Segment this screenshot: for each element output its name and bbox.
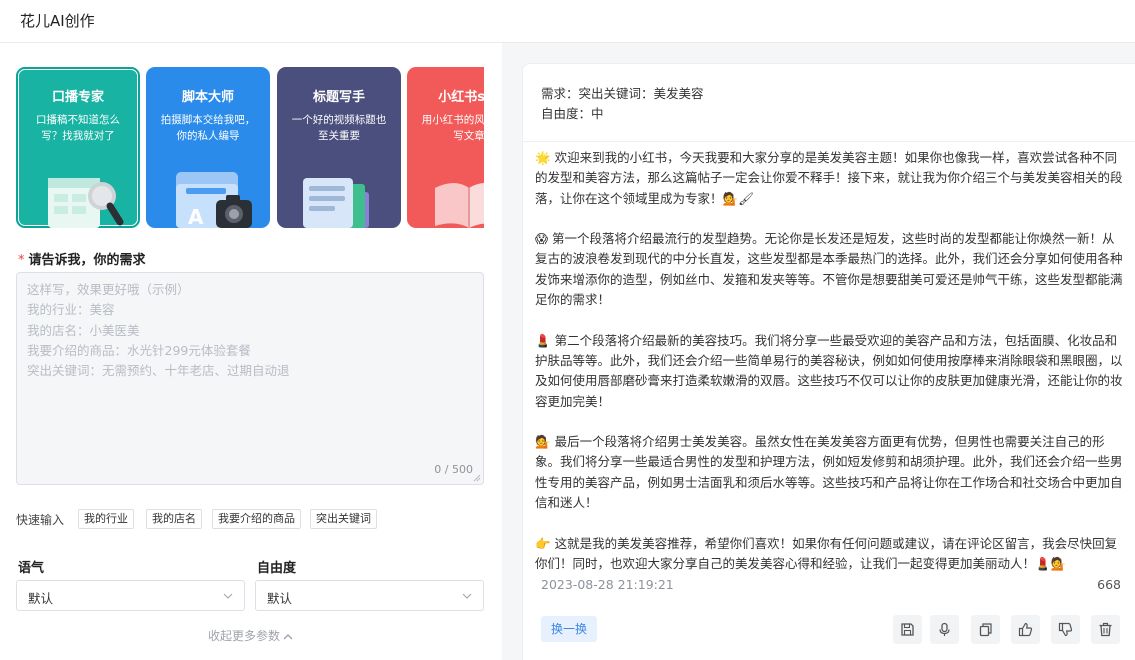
char-count: 668 xyxy=(1097,577,1121,592)
result-card: 需求：突出关键词：美发美容 自由度：中 🌟 欢迎来到我的小红书，今天我要和大家分… xyxy=(522,63,1135,660)
freedom-select[interactable]: 默认 xyxy=(255,580,484,611)
svg-text:A: A xyxy=(188,205,204,228)
paragraph-text: 欢迎来到我的小红书，今天我要和大家分享的是美发美容主题！如果你也像我一样，喜欢尝… xyxy=(535,150,1123,206)
save-icon xyxy=(901,623,914,636)
input-pane: 口播专家 口播稿不知道怎么写？找我就对了 脚本大师 拍摄脚本交给我吧，你的私人编… xyxy=(0,43,502,660)
char-counter: 0 / 500 xyxy=(434,463,473,476)
chevron-down-icon xyxy=(223,593,233,599)
placeholder-line: 我的店名：小美医美 xyxy=(27,322,140,338)
person-emoji: 💁 xyxy=(535,434,551,450)
tone-value: 默认 xyxy=(28,591,54,606)
requirement-line: 需求：突出关键词：美发美容 xyxy=(541,86,704,101)
article-paragraph: 👉 这就是我的美发美容推荐，希望你们喜欢！如果你有任何问题或建议，请在评论区留言… xyxy=(535,534,1125,575)
generated-timestamp: 2023-08-28 21:19:21 xyxy=(541,577,674,592)
pointing-emoji: 👉 xyxy=(535,535,551,551)
template-carousel[interactable]: 口播专家 口播稿不知道怎么写？找我就对了 脚本大师 拍摄脚本交给我吧，你的私人编… xyxy=(16,67,484,228)
template-card-xiaohongshu[interactable]: 小红书sty 用小红书的风格给你写文章 xyxy=(407,67,484,228)
paragraph-text: 最后一个段落将介绍男士美发美容。虽然女性在美发美容方面更有优势，但男性也需要关注… xyxy=(535,434,1123,511)
request-summary: 需求：突出关键词：美发美容 自由度：中 xyxy=(541,84,704,124)
collapse-params-button[interactable]: 收起更多参数 xyxy=(0,627,502,644)
article-paragraph: 💄 第二个段落将介绍最新的美容技巧。我们将分享一些最受欢迎的美容产品和方法，包括… xyxy=(535,331,1125,412)
placeholder-line: 我的行业：美容 xyxy=(27,302,115,318)
paragraph-text: 第一个段落将介绍最流行的发型趋势。无论你是长发还是短发，这些时尚的发型都能让你焕… xyxy=(535,231,1123,308)
chevron-down-icon xyxy=(462,593,472,599)
request-textarea[interactable]: 这样写，效果更好哦（示例） 我的行业：美容 我的店名：小美医美 我要介绍的商品：… xyxy=(16,272,484,485)
collapse-params-label: 收起更多参数 xyxy=(207,629,280,643)
trash-icon xyxy=(1099,622,1112,637)
freedom-label: 自由度 xyxy=(257,561,297,576)
card-title: 标题写手 xyxy=(312,90,365,105)
resize-handle-icon[interactable] xyxy=(473,474,481,482)
required-mark: * xyxy=(18,253,25,268)
copy-icon xyxy=(979,623,992,637)
article-paragraph: 😱 第一个段落将介绍最流行的发型趋势。无论你是长发还是短发，这些时尚的发型都能让… xyxy=(535,229,1125,310)
request-placeholder: 这样写，效果更好哦（示例） 我的行业：美容 我的店名：小美医美 我要介绍的商品：… xyxy=(27,280,290,381)
article-paragraph: 🌟 欢迎来到我的小红书，今天我要和大家分享的是美发美容主题！如果你也像我一样，喜… xyxy=(535,148,1125,209)
placeholder-line: 我要介绍的商品：水光针299元体验套餐 xyxy=(27,342,251,358)
chevron-up-icon xyxy=(283,633,293,639)
generated-article: 🌟 欢迎来到我的小红书，今天我要和大家分享的是美发美容主题！如果你也像我一样，喜… xyxy=(535,148,1125,595)
quick-tag-industry[interactable]: 我的行业 xyxy=(78,509,134,529)
copy-button[interactable] xyxy=(971,615,1000,644)
article-paragraph: 💁 最后一个段落将介绍男士美发美容。虽然女性在美发美容方面更有优势，但男性也需要… xyxy=(535,432,1125,513)
quick-tag-keywords[interactable]: 突出关键词 xyxy=(310,509,377,529)
card-desc: 用小红书的风格给你写文章 xyxy=(421,114,484,142)
divider xyxy=(523,141,1135,142)
quick-tag-store-name[interactable]: 我的店名 xyxy=(146,509,202,529)
card-desc: 口播稿不知道怎么写？找我就对了 xyxy=(36,114,120,142)
top-bar: 花儿AI创作 xyxy=(0,0,1135,43)
paragraph-text: 这就是我的美发美容推荐，希望你们喜欢！如果你有任何问题或建议，请在评论区留言，我… xyxy=(535,535,1118,571)
template-card-title-writer[interactable]: 标题写手 一个好的视频标题也至关重要 xyxy=(277,67,401,228)
card-title: 口播专家 xyxy=(51,90,104,105)
card-desc: 一个好的视频标题也至关重要 xyxy=(291,114,387,142)
freedom-value: 默认 xyxy=(267,591,293,606)
tone-label: 语气 xyxy=(18,561,45,576)
result-pane: 需求：突出关键词：美发美容 自由度：中 🌟 欢迎来到我的小红书，今天我要和大家分… xyxy=(502,43,1135,660)
folder-camera-icon: A xyxy=(176,172,252,228)
face-emoji: 😱 xyxy=(535,231,549,247)
card-desc: 拍摄脚本交给我吧，你的私人编导 xyxy=(160,114,256,142)
template-card-koubo[interactable]: 口播专家 口播稿不知道怎么写？找我就对了 xyxy=(16,67,140,228)
paragraph-text: 第二个段落将介绍最新的美容技巧。我们将分享一些最受欢迎的美容产品和方法，包括面膜… xyxy=(535,332,1123,409)
quick-input-label: 快速输入 xyxy=(16,513,65,527)
microphone-icon xyxy=(939,622,950,636)
save-button[interactable] xyxy=(893,615,922,644)
request-label-text: 请告诉我，你的需求 xyxy=(28,253,146,268)
freedom-line: 自由度：中 xyxy=(541,106,604,121)
delete-button[interactable] xyxy=(1091,615,1120,644)
voice-button[interactable] xyxy=(930,615,959,644)
quick-tag-product[interactable]: 我要介绍的商品 xyxy=(212,509,301,529)
paragraph-tail-emoji: 💄💁 xyxy=(1035,555,1067,571)
card-title: 小红书sty xyxy=(438,90,484,105)
placeholder-line: 这样写，效果更好哦（示例） xyxy=(27,282,190,297)
swap-button[interactable]: 换一换 xyxy=(541,616,597,642)
app-title: 花儿AI创作 xyxy=(20,12,95,30)
request-label: * 请告诉我，你的需求 xyxy=(18,249,146,268)
sparkle-emoji: 🌟 xyxy=(535,150,551,165)
card-title: 脚本大师 xyxy=(181,90,234,105)
book-pen-icon xyxy=(435,183,484,228)
dislike-button[interactable] xyxy=(1051,615,1080,644)
tone-select[interactable]: 默认 xyxy=(16,580,245,611)
paragraph-tail-emoji: 💁🖌 xyxy=(722,190,754,206)
lipstick-emoji: 💄 xyxy=(535,332,551,348)
template-microphone-icon xyxy=(48,178,124,228)
documents-icon xyxy=(303,178,369,228)
like-button[interactable] xyxy=(1011,615,1040,644)
template-card-script[interactable]: 脚本大师 拍摄脚本交给我吧，你的私人编导 A xyxy=(146,67,270,228)
thumbs-down-icon xyxy=(1058,622,1073,637)
thumbs-up-icon xyxy=(1018,622,1033,637)
placeholder-line: 突出关键词：无需预约、十年老店、过期自动退 xyxy=(27,363,290,379)
